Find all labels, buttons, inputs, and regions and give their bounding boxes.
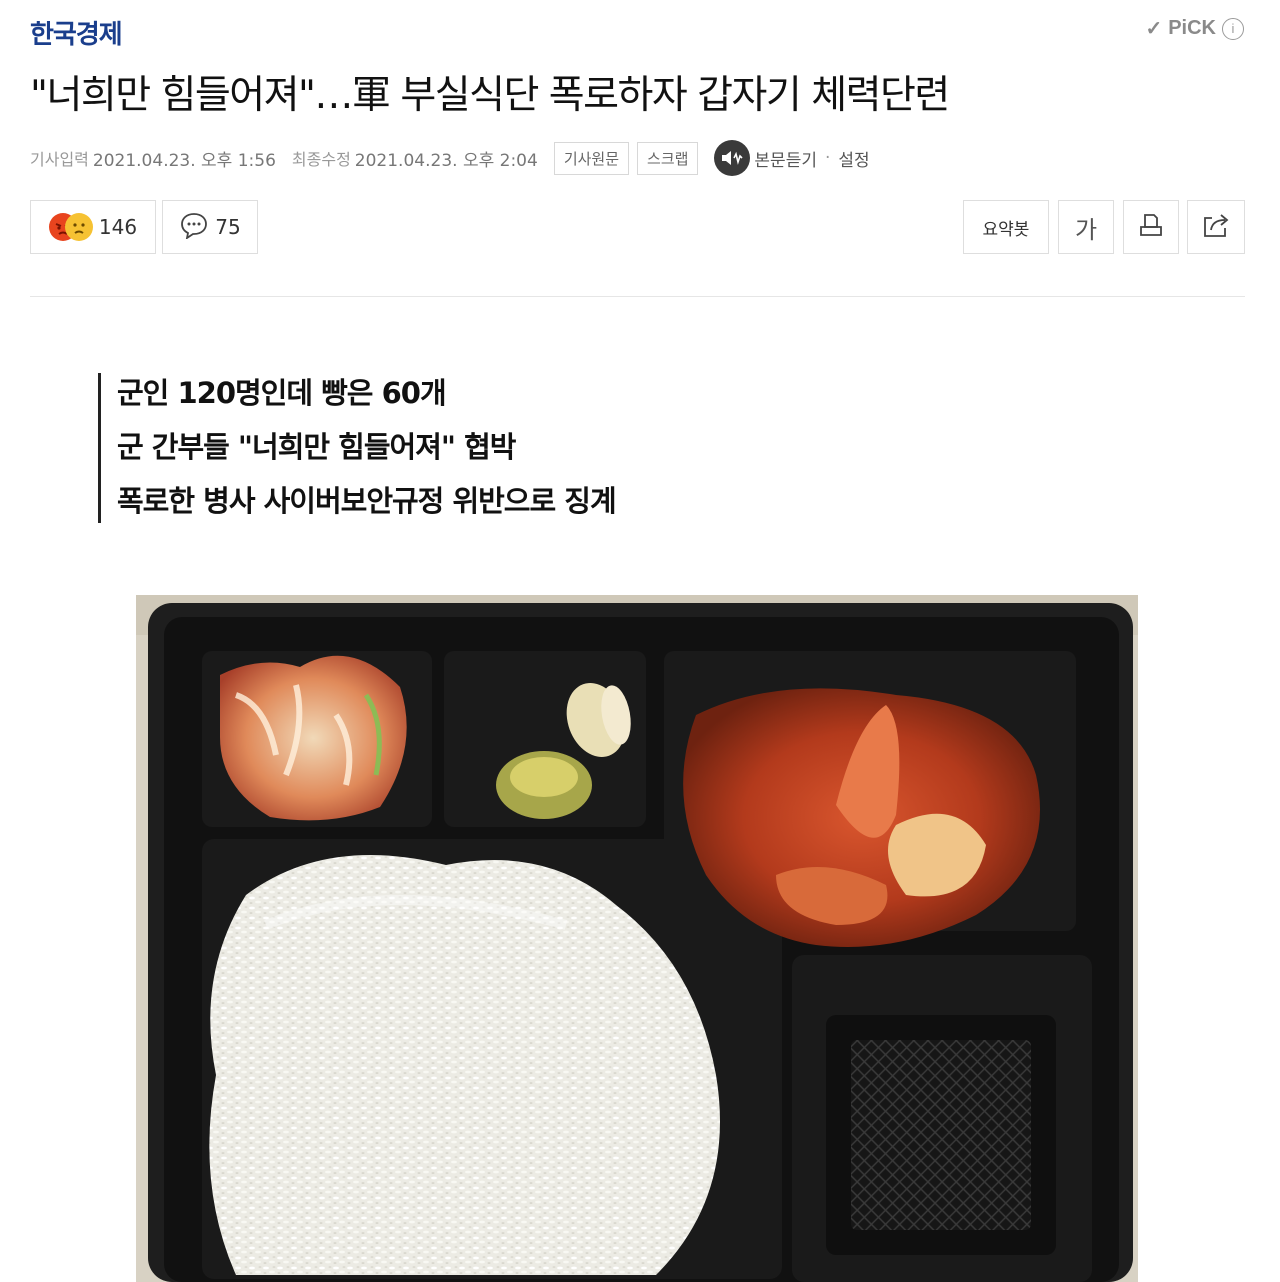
settings-link[interactable]: 설정 [838, 146, 869, 171]
modified-date: 2021.04.23. 오후 2:04 [354, 150, 538, 171]
pick-label: PiCK [1168, 17, 1216, 39]
article-title: "너희만 힘들어져"…軍 부실식단 폭로하자 갑자기 체력단련 [30, 73, 950, 118]
listen-label: 본문듣기 [754, 150, 817, 171]
article-meta: 기사입력 2021.04.23. 오후 1:56 최종수정 2021.04.23… [30, 140, 870, 176]
listen-article-button[interactable]: 본문듣기 · 설정 [714, 140, 870, 176]
comment-count: 75 [215, 215, 241, 239]
info-icon[interactable]: i [1222, 17, 1244, 40]
print-icon [1137, 211, 1165, 244]
article-photo[interactable] [136, 595, 1138, 1282]
press-logo[interactable]: 한국경제 [30, 14, 123, 51]
original-article-button[interactable]: 기사원문 [553, 141, 630, 175]
angry-sad-faces-icon [48, 213, 93, 241]
reaction-count: 146 [98, 215, 138, 239]
article-summary: 군인 120명인데 빵은 60개 군 간부들 "너희만 힘들어져" 협박 폭로한… [98, 373, 617, 523]
summary-line: 군인 120명인데 빵은 60개 [117, 376, 447, 410]
comment-button[interactable]: 75 [162, 200, 258, 254]
share-icon [1201, 211, 1231, 244]
share-button[interactable] [1187, 200, 1245, 254]
print-button[interactable] [1123, 200, 1179, 254]
modified-label: 최종수정 [291, 150, 351, 169]
article-toolbar: 146 75 요약봇 가 [30, 200, 1245, 254]
published-label: 기사입력 [30, 150, 89, 169]
divider [30, 296, 1245, 297]
pick-badge[interactable]: ✓ PiCK i [1145, 16, 1244, 41]
sad-face-icon [64, 213, 93, 241]
speaker-icon [714, 140, 751, 176]
summary-bot-button[interactable]: 요약봇 [963, 200, 1049, 254]
summary-line: 폭로한 병사 사이버보안규정 위반으로 징계 [117, 484, 617, 518]
reaction-button[interactable]: 146 [30, 200, 156, 254]
published-date: 2021.04.23. 오후 1:56 [92, 150, 276, 171]
meal-tray-image [136, 595, 1138, 1282]
font-size-button[interactable]: 가 [1058, 200, 1114, 254]
speech-bubble-icon [179, 211, 209, 244]
scrap-button[interactable]: 스크랩 [637, 141, 699, 175]
checkmark-icon: ✓ [1145, 18, 1163, 40]
summary-line: 군 간부들 "너희만 힘들어져" 협박 [117, 430, 516, 464]
